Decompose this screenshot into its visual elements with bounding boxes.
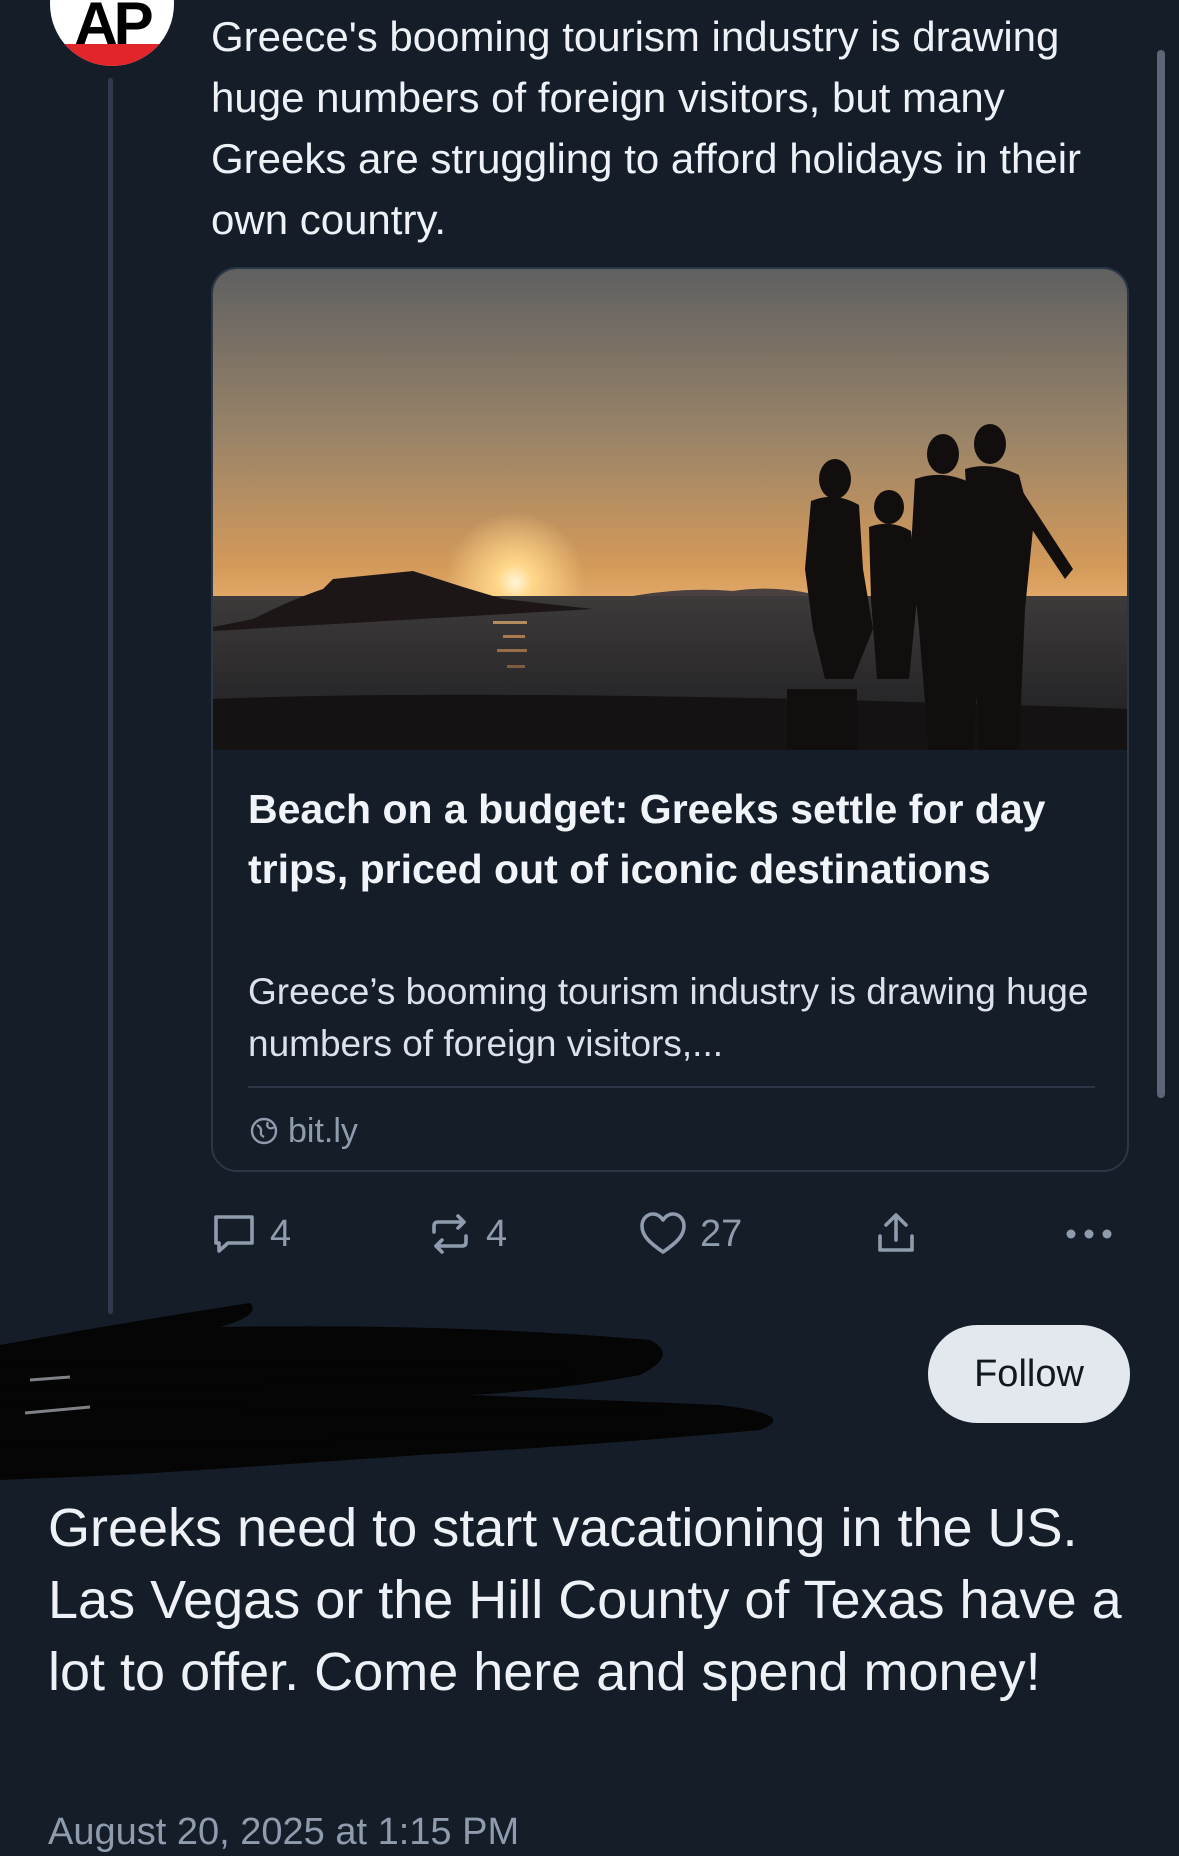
card-divider xyxy=(248,1086,1095,1088)
share-icon xyxy=(878,1213,914,1252)
article-title[interactable]: Beach on a budget: Greeks settle for day… xyxy=(248,779,1098,899)
share-action[interactable] xyxy=(872,1208,920,1260)
repost-icon xyxy=(432,1214,468,1254)
source-domain: bit.ly xyxy=(288,1112,358,1150)
thread-line xyxy=(108,78,113,1314)
reply-timestamp[interactable]: August 20, 2025 at 1:15 PM xyxy=(48,1808,519,1856)
article-image xyxy=(213,269,1127,750)
follow-button[interactable]: Follow xyxy=(928,1325,1130,1423)
ap-logo-stripe xyxy=(50,44,174,66)
article-source[interactable]: bit.ly xyxy=(248,1109,358,1153)
reply-text: Greeks need to start vacationing in the … xyxy=(48,1498,1122,1702)
article-description: Greece’s booming tourism industry is dra… xyxy=(248,971,1089,1064)
post-text: Greece's booming tourism industry is dra… xyxy=(211,13,1082,243)
ap-avatar[interactable]: AP xyxy=(50,0,174,66)
like-count: 27 xyxy=(700,1212,743,1255)
like-action[interactable]: 27 xyxy=(638,1208,742,1260)
scrollbar[interactable] xyxy=(1157,50,1165,1098)
more-icon xyxy=(1066,1229,1112,1239)
more-options-button[interactable] xyxy=(1064,1208,1114,1260)
reply-count: 4 xyxy=(270,1212,292,1255)
heart-icon xyxy=(640,1212,686,1254)
link-card[interactable]: Beach on a budget: Greeks settle for day… xyxy=(211,267,1129,1172)
globe-icon xyxy=(250,1117,278,1145)
repost-count: 4 xyxy=(486,1212,508,1255)
reply-action[interactable]: 4 xyxy=(210,1208,291,1260)
comment-icon xyxy=(214,1215,254,1253)
redacted-author xyxy=(0,1303,774,1480)
repost-action[interactable]: 4 xyxy=(426,1208,507,1260)
